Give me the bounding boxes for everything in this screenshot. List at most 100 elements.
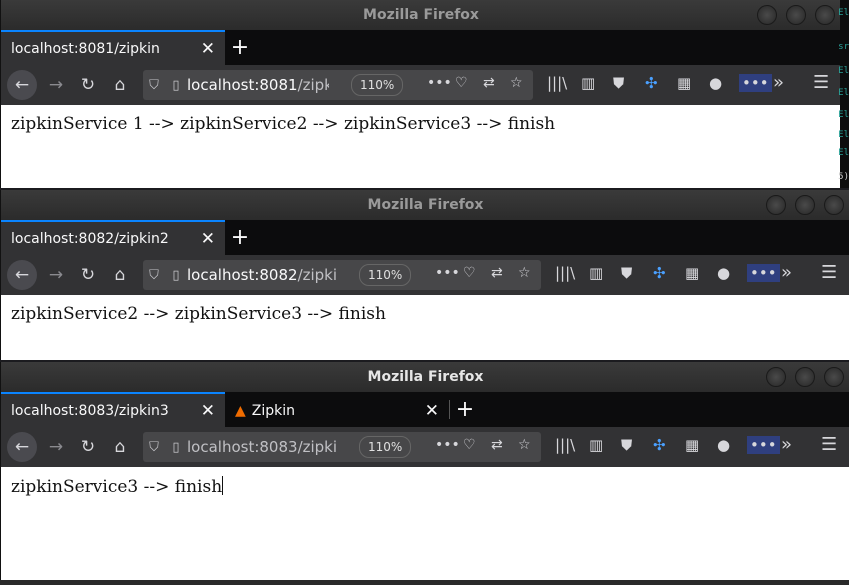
overflow-chevron-icon[interactable]: » bbox=[773, 72, 784, 93]
zoom-level-badge[interactable]: 110% bbox=[351, 74, 404, 96]
hamburger-menu-icon[interactable]: ☰ bbox=[813, 72, 829, 93]
window-title: Mozilla Firefox bbox=[367, 197, 484, 213]
more-actions-icon[interactable]: ••• bbox=[435, 265, 460, 281]
close-window-button[interactable] bbox=[815, 5, 835, 25]
url-text[interactable]: localhost:8082/zipkir bbox=[187, 266, 337, 284]
extension-dots-icon[interactable]: ••• bbox=[739, 74, 772, 92]
shield-icon[interactable]: ⛉ bbox=[143, 268, 165, 283]
pocket-icon[interactable]: ♡ bbox=[463, 437, 476, 453]
extension-puzzle-icon[interactable]: ✣ bbox=[653, 436, 666, 454]
ublock-shield-icon[interactable]: ⛊ bbox=[621, 264, 632, 282]
url-host: localhost:8081 bbox=[187, 76, 298, 94]
window-titlebar[interactable]: Mozilla Firefox bbox=[1, 190, 849, 220]
terminal-fragment: El bbox=[838, 66, 849, 76]
forward-arrow-icon[interactable]: → bbox=[40, 259, 72, 291]
extension-dots-icon[interactable]: ••• bbox=[747, 264, 780, 282]
url-bar[interactable]: ⛉ ▯ localhost:8083/zipkin 110% ••• ♡ ⇄ ☆ bbox=[143, 432, 541, 462]
overflow-chevron-icon[interactable]: » bbox=[781, 434, 792, 455]
shield-icon[interactable]: ⛉ bbox=[143, 440, 165, 455]
tab-localhost-8082[interactable]: localhost:8082/zipkin2 ✕ bbox=[1, 220, 225, 255]
url-text[interactable]: localhost:8083/zipkin bbox=[187, 438, 337, 456]
maximize-button[interactable] bbox=[795, 195, 815, 215]
translate-icon[interactable]: ⇄ bbox=[483, 75, 495, 91]
terminal-fragment: sr bbox=[838, 42, 849, 52]
reload-icon[interactable]: ↻ bbox=[72, 69, 104, 101]
pocket-icon[interactable]: ♡ bbox=[455, 75, 468, 91]
extension-orb-icon[interactable]: ● bbox=[717, 264, 730, 282]
library-icon[interactable]: |||\ bbox=[547, 74, 567, 92]
back-arrow-icon[interactable]: ← bbox=[7, 260, 37, 290]
zoom-level-badge[interactable]: 110% bbox=[359, 264, 412, 286]
extension-puzzle-icon[interactable]: ✣ bbox=[645, 74, 658, 92]
back-arrow-icon[interactable]: ← bbox=[7, 70, 37, 100]
ublock-shield-icon[interactable]: ⛊ bbox=[613, 74, 624, 92]
page-icon: ▯ bbox=[172, 439, 180, 455]
more-actions-icon[interactable]: ••• bbox=[427, 75, 452, 91]
extension-dots-icon[interactable]: ••• bbox=[747, 436, 780, 454]
forward-arrow-icon[interactable]: → bbox=[40, 69, 72, 101]
url-path: /zipkin bbox=[297, 438, 337, 456]
star-icon[interactable]: ☆ bbox=[510, 75, 523, 91]
back-arrow-icon[interactable]: ← bbox=[7, 432, 37, 462]
reload-icon[interactable]: ↻ bbox=[72, 431, 104, 463]
translate-icon[interactable]: ⇄ bbox=[491, 265, 503, 281]
home-icon[interactable]: ⌂ bbox=[104, 431, 136, 463]
minimize-button[interactable] bbox=[766, 195, 786, 215]
forward-arrow-icon[interactable]: → bbox=[40, 431, 72, 463]
translate-icon[interactable]: ⇄ bbox=[491, 437, 503, 453]
text-cursor bbox=[222, 476, 224, 495]
close-window-button[interactable] bbox=[824, 367, 844, 387]
tab-close-icon[interactable]: ✕ bbox=[425, 401, 439, 421]
shield-icon[interactable]: ⛉ bbox=[143, 78, 165, 93]
sidebar-icon[interactable]: ▥ bbox=[589, 436, 603, 454]
extensions-icon[interactable]: ▦ bbox=[685, 264, 699, 282]
firefox-window-8082: Mozilla Firefox localhost:8082/zipkin2 ✕… bbox=[0, 190, 849, 360]
extensions-icon[interactable]: ▦ bbox=[685, 436, 699, 454]
close-window-button[interactable] bbox=[824, 195, 844, 215]
maximize-button[interactable] bbox=[786, 5, 806, 25]
zoom-level-badge[interactable]: 110% bbox=[359, 436, 412, 458]
minimize-button[interactable] bbox=[766, 367, 786, 387]
star-icon[interactable]: ☆ bbox=[518, 265, 531, 281]
extension-orb-icon[interactable]: ● bbox=[709, 74, 722, 92]
tab-close-icon[interactable]: ✕ bbox=[201, 39, 215, 59]
star-icon[interactable]: ☆ bbox=[518, 437, 531, 453]
tab-close-icon[interactable]: ✕ bbox=[201, 401, 215, 421]
tab-localhost-8083[interactable]: localhost:8083/zipkin3 ✕ bbox=[1, 392, 225, 427]
window-titlebar[interactable]: Mozilla Firefox bbox=[1, 362, 849, 392]
new-tab-button[interactable]: + bbox=[450, 392, 480, 427]
tab-close-icon[interactable]: ✕ bbox=[201, 229, 215, 249]
url-text[interactable]: localhost:8081/zipk bbox=[187, 76, 329, 94]
url-bar[interactable]: ⛉ ▯ localhost:8082/zipkir 110% ••• ♡ ⇄ ☆ bbox=[143, 260, 541, 290]
terminal-fragment: 5) bbox=[838, 172, 849, 182]
pocket-icon[interactable]: ♡ bbox=[463, 265, 476, 281]
window-controls bbox=[766, 195, 844, 215]
library-icon[interactable]: |||\ bbox=[555, 436, 575, 454]
navigation-toolbar: ← → ↻ ⌂ ⛉ ▯ localhost:8081/zipk 110% •••… bbox=[1, 65, 841, 105]
new-tab-button[interactable]: + bbox=[225, 220, 255, 255]
reload-icon[interactable]: ↻ bbox=[72, 259, 104, 291]
home-icon[interactable]: ⌂ bbox=[104, 259, 136, 291]
extension-orb-icon[interactable]: ● bbox=[717, 436, 730, 454]
url-bar[interactable]: ⛉ ▯ localhost:8081/zipk 110% ••• ♡ ⇄ ☆ bbox=[143, 70, 533, 100]
hamburger-menu-icon[interactable]: ☰ bbox=[821, 262, 837, 283]
maximize-button[interactable] bbox=[795, 367, 815, 387]
overflow-chevron-icon[interactable]: » bbox=[781, 262, 792, 283]
extension-puzzle-icon[interactable]: ✣ bbox=[653, 264, 666, 282]
zipkin-favicon-icon: ▲ bbox=[235, 402, 246, 419]
hamburger-menu-icon[interactable]: ☰ bbox=[821, 434, 837, 455]
new-tab-button[interactable]: + bbox=[225, 30, 255, 65]
minimize-button[interactable] bbox=[757, 5, 777, 25]
extensions-icon[interactable]: ▦ bbox=[677, 74, 691, 92]
ublock-shield-icon[interactable]: ⛊ bbox=[621, 436, 632, 454]
library-icon[interactable]: |||\ bbox=[555, 264, 575, 282]
sidebar-icon[interactable]: ▥ bbox=[589, 264, 603, 282]
home-icon[interactable]: ⌂ bbox=[104, 69, 136, 101]
more-actions-icon[interactable]: ••• bbox=[435, 437, 460, 453]
tab-zipkin[interactable]: ▲ Zipkin ✕ bbox=[225, 392, 449, 427]
tab-localhost-8081[interactable]: localhost:8081/zipkin ✕ bbox=[1, 30, 225, 65]
sidebar-icon[interactable]: ▥ bbox=[581, 74, 595, 92]
desktop-bottom-bar bbox=[0, 580, 849, 585]
window-titlebar[interactable]: Mozilla Firefox bbox=[1, 0, 841, 30]
page-content: zipkinService 1 --> zipkinService2 --> z… bbox=[1, 105, 841, 143]
